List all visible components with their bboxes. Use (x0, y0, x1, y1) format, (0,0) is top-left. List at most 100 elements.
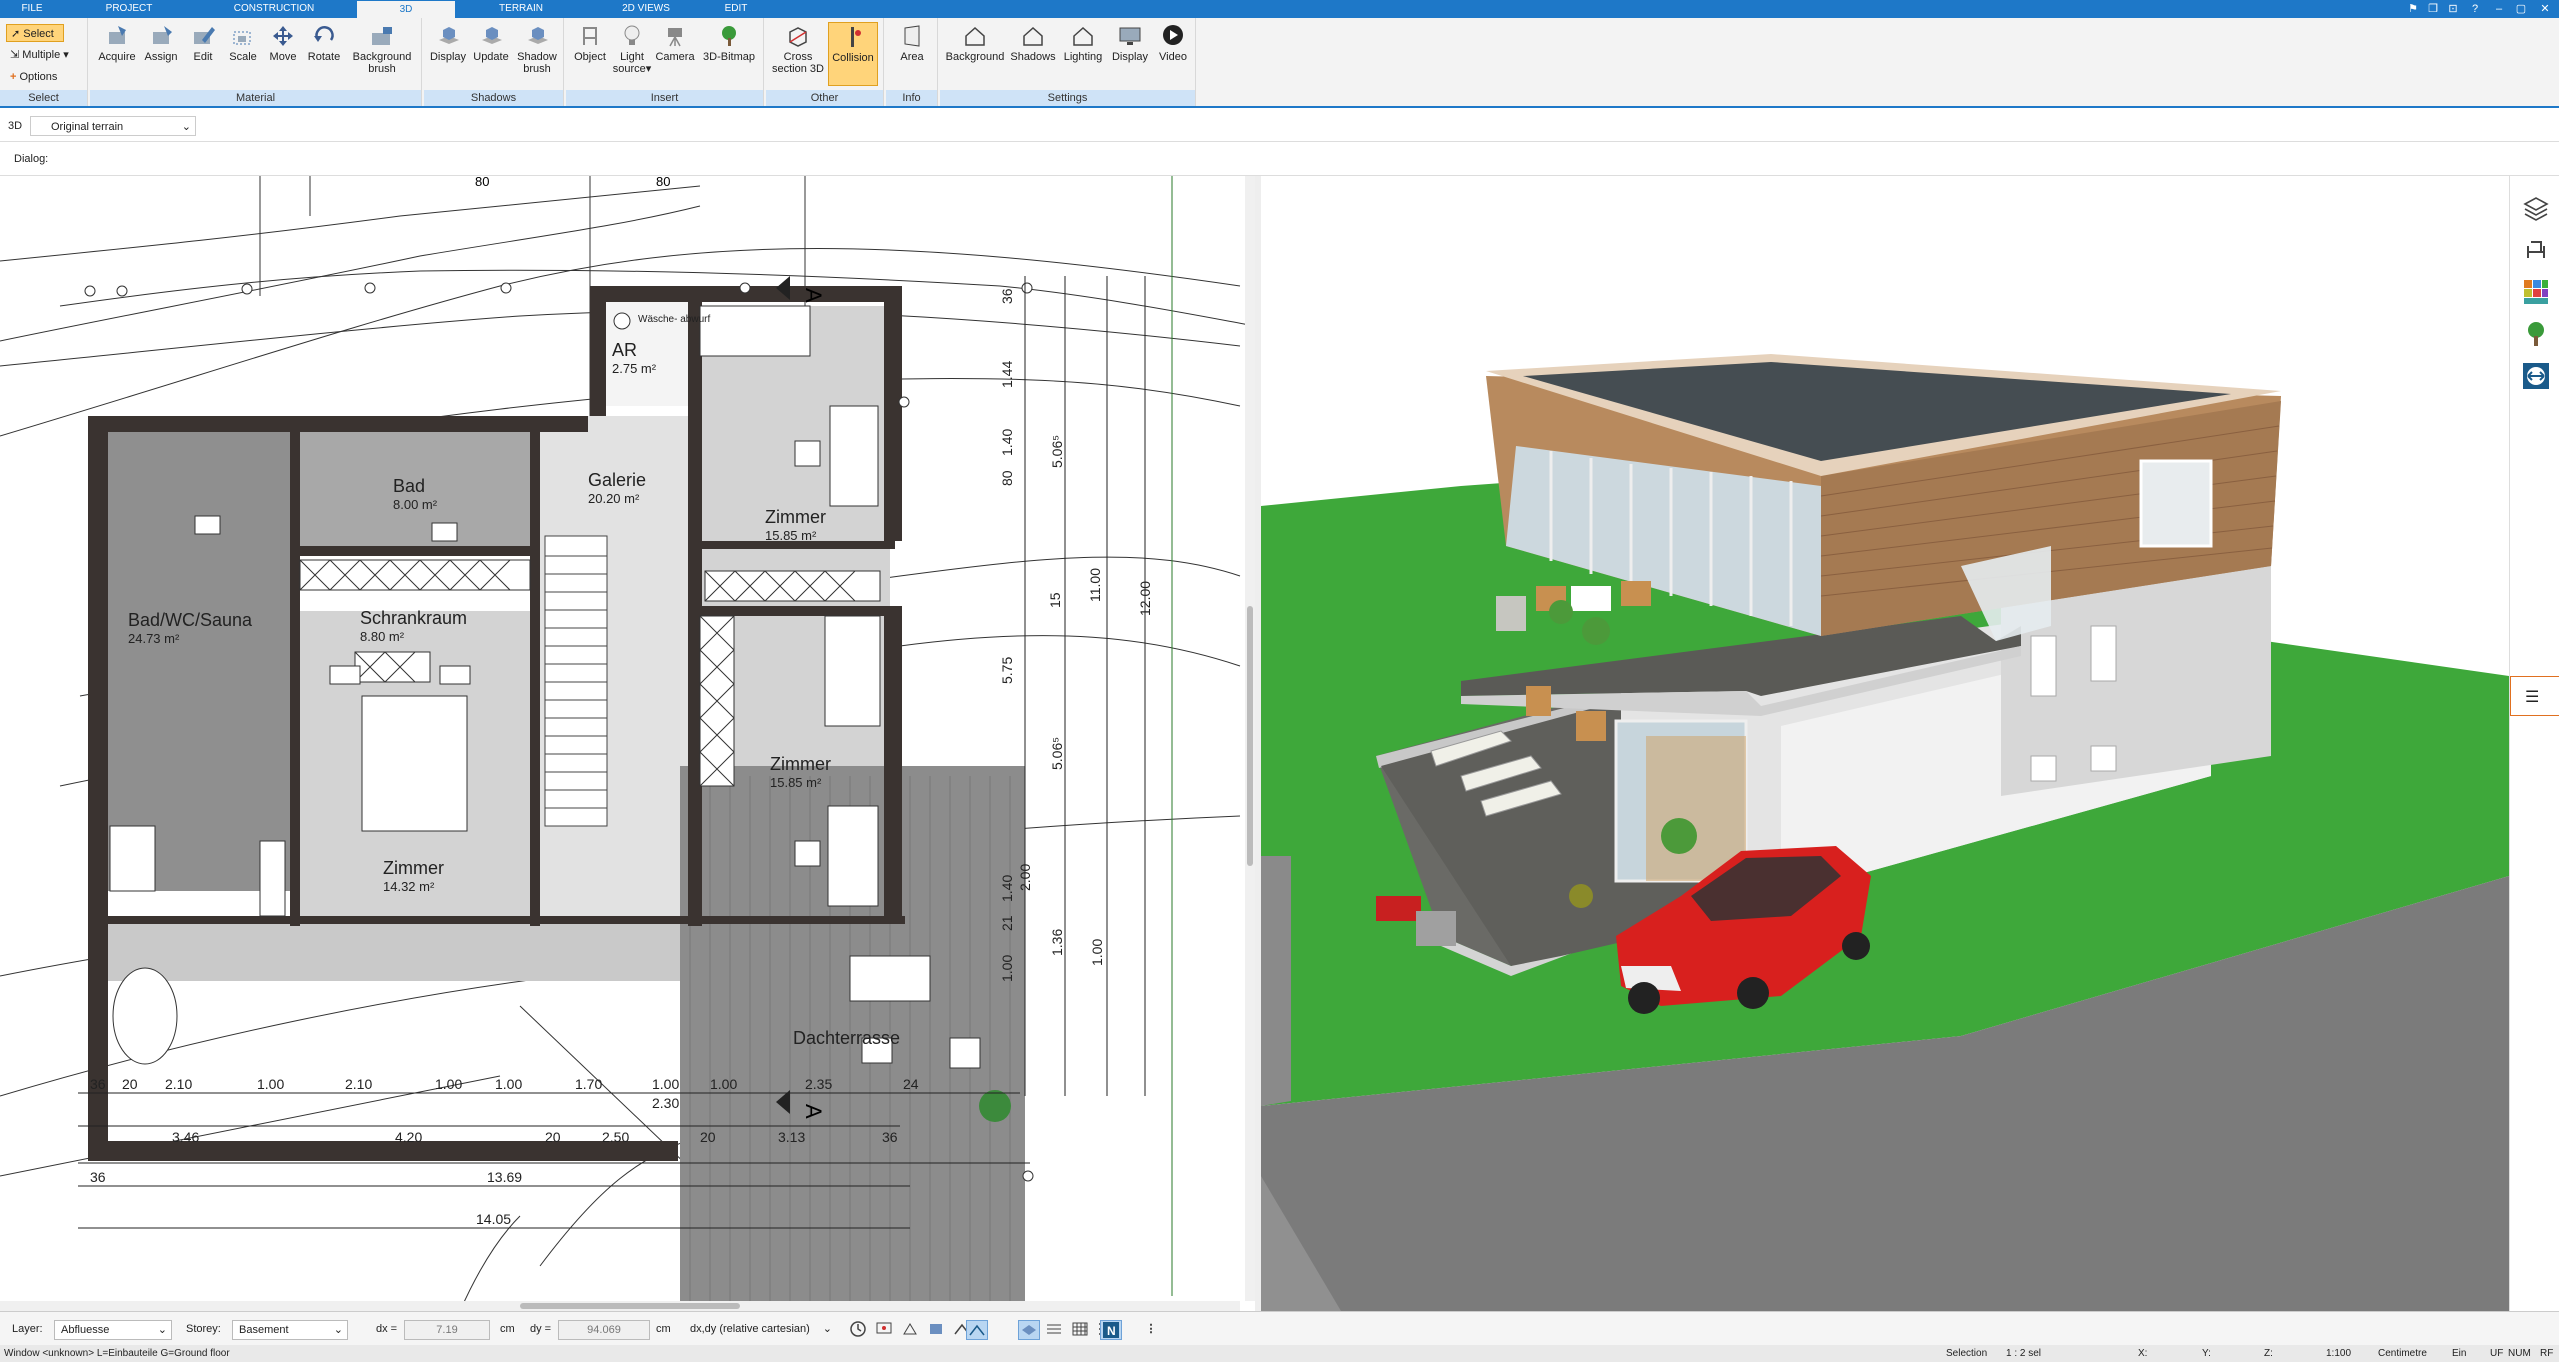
acquire-button[interactable]: Acquire (96, 22, 138, 86)
dy-input[interactable]: 94.069 (558, 1320, 650, 1340)
button-label: Move (269, 51, 297, 63)
area-button[interactable]: Area (890, 22, 934, 86)
cross-section-3d-button[interactable]: Cross section 3D (770, 22, 826, 86)
display-shadows-button[interactable]: Display (428, 22, 468, 86)
dx-label: dx = (376, 1323, 398, 1335)
scale-button[interactable]: Scale (224, 22, 262, 86)
side-toolbar: ☰ (2509, 176, 2559, 1311)
dy-unit: cm (656, 1323, 671, 1335)
display-settings-button[interactable]: Display (1108, 22, 1152, 86)
3d-scene[interactable] (1261, 176, 2509, 1311)
room-area: 15.85 m² (765, 528, 817, 543)
snap-icon[interactable] (900, 1320, 922, 1340)
survey-point (116, 285, 128, 297)
3d-view[interactable] (1261, 176, 2509, 1311)
tab-2d-views[interactable]: 2D VIEWS (586, 0, 706, 18)
collision-button[interactable]: Collision (828, 22, 878, 86)
background-settings-button[interactable]: Background (944, 22, 1006, 86)
window-info: Window <unknown> L=Einbauteile G=Ground … (4, 1348, 230, 1359)
layer-display-icon[interactable] (1018, 1320, 1040, 1340)
dialog-input[interactable] (58, 148, 2548, 170)
storey-select-value: Basement (239, 1324, 289, 1336)
objects-icon[interactable] (926, 1320, 948, 1340)
select-button[interactable]: ➚ Select (6, 24, 64, 42)
wall (88, 416, 588, 432)
storey-select[interactable]: Basement ⌄ (232, 1320, 348, 1340)
options-button[interactable]: + Options (6, 68, 61, 86)
screen-icon[interactable] (874, 1320, 896, 1340)
tab-terrain[interactable]: TERRAIN (456, 0, 586, 18)
rotate-button[interactable]: Rotate (304, 22, 344, 86)
ribbon-group-label: Select (0, 90, 87, 106)
layer-label: Layer: (12, 1323, 43, 1335)
materials-icon[interactable] (2522, 278, 2550, 306)
angle-snap-icon[interactable] (966, 1320, 988, 1340)
armchair-icon[interactable] (2522, 236, 2550, 264)
scrollbar-thumb[interactable] (1247, 606, 1253, 866)
house-background-icon (965, 26, 985, 46)
lighting-settings-button[interactable]: Lighting (1060, 22, 1106, 86)
assign-button[interactable]: Assign (140, 22, 182, 86)
car-wheel (1842, 932, 1870, 960)
floor-plan-view[interactable]: 80 80 AR 2.75 m² Bad 8.00 m² Galerie 20.… (0, 176, 1255, 1311)
plant-icon[interactable] (2522, 320, 2550, 348)
more-options-icon[interactable]: ⋮ (1140, 1320, 1162, 1340)
move-button[interactable]: Move (264, 22, 302, 86)
edit-material-button[interactable]: Edit (184, 22, 222, 86)
tab-construction[interactable]: CONSTRUCTION (194, 0, 354, 18)
clock-icon[interactable] (848, 1320, 870, 1340)
camera-button[interactable]: Camera (654, 22, 696, 86)
object-button[interactable]: Object (570, 22, 610, 86)
wall (105, 916, 905, 924)
bed (824, 615, 881, 727)
multiple-select-button[interactable]: ⇲ Multiple ▾ (6, 46, 73, 64)
panel-toggle[interactable]: ☰ (2510, 676, 2559, 716)
storey-label: Storey: (186, 1323, 221, 1335)
video-button[interactable]: Video (1154, 22, 1192, 86)
coordinate-mode-select[interactable]: dx,dy (relative cartesian) ⌄ (684, 1320, 832, 1340)
wall (290, 416, 300, 926)
hatch-icon[interactable] (1044, 1320, 1066, 1340)
terrain-select[interactable]: Original terrain ⌄ (30, 116, 196, 136)
tab-file[interactable]: FILE (0, 0, 64, 18)
collision-icon (851, 27, 861, 47)
layers-icon[interactable] (2522, 194, 2550, 222)
light-source-button[interactable]: Light source▾ (612, 22, 652, 86)
dimension-label: 5.75 (999, 657, 1015, 684)
tab-edit[interactable]: EDIT (706, 0, 766, 18)
close-button[interactable]: ✕ (2536, 0, 2554, 18)
north-icon[interactable]: N (1100, 1320, 1122, 1340)
grid-icon[interactable] (1070, 1320, 1092, 1340)
window-layout-icon[interactable]: ⊡ (2444, 0, 2462, 18)
update-shadows-button[interactable]: Update (470, 22, 512, 86)
dimension-label: 20 (122, 1076, 138, 1092)
dimension-label: 2.00 (1017, 864, 1033, 891)
plant (1549, 600, 1573, 624)
button-label: Cross section 3D (772, 51, 824, 75)
3d-bitmap-button[interactable]: 3D-Bitmap (698, 22, 760, 86)
horizontal-scrollbar[interactable] (0, 1301, 1240, 1311)
measure-icon[interactable] (2522, 362, 2550, 390)
wall (695, 606, 895, 616)
vertical-scrollbar[interactable] (1245, 176, 1255, 1301)
flag-icon[interactable]: ⚑ (2404, 0, 2422, 18)
maximize-button[interactable]: ▢ (2512, 0, 2530, 18)
scale-icon (233, 31, 251, 45)
restore-layout-icon[interactable]: ❐ (2424, 0, 2442, 18)
shadow-brush-button[interactable]: Shadow brush (514, 22, 560, 86)
cube-shadow-icon (439, 27, 459, 44)
scrollbar-thumb[interactable] (520, 1303, 740, 1309)
help-icon[interactable]: ? (2466, 0, 2484, 18)
floor-plan-canvas[interactable]: 80 80 AR 2.75 m² Bad 8.00 m² Galerie 20.… (0, 176, 1255, 1311)
tab-3d[interactable]: 3D (356, 0, 456, 18)
shadows-settings-button[interactable]: Shadows (1008, 22, 1058, 86)
staircase (544, 535, 608, 827)
background-brush-button[interactable]: Background brush (346, 22, 418, 86)
dx-input[interactable]: 7.19 (404, 1320, 490, 1340)
dimension-label: 2.50 (602, 1129, 629, 1145)
layer-select[interactable]: Abfluesse ⌄ (54, 1320, 172, 1340)
tab-project[interactable]: PROJECT (64, 0, 194, 18)
chevron-down-icon: ⌄ (181, 121, 191, 133)
minimize-button[interactable]: – (2490, 0, 2508, 18)
dimension-label: 1.44 (999, 361, 1015, 388)
